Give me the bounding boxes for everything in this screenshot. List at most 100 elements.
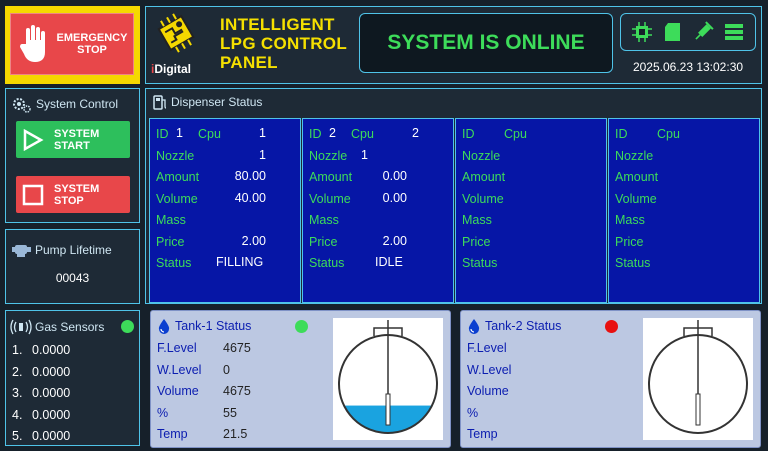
dispenser-mass-label: Mass (156, 213, 186, 227)
list-item: 5. 0.0000 (12, 429, 71, 443)
gas-sensors-panel: Gas Sensors 1. 0.0000 2. 0.0000 3. 0.0000 4… (5, 310, 140, 446)
tank-field-value: 55 (223, 406, 237, 420)
status-icons (620, 13, 756, 51)
dispenser-status-value: IDLE (375, 255, 403, 269)
dispenser-status-label: Status (615, 256, 651, 270)
system-status-banner: SYSTEM IS ONLINE (359, 13, 613, 73)
dispenser-cpu-value: 2 (412, 126, 419, 140)
tank-title: Tank-2 Status (467, 318, 561, 334)
tank-field-label: W.Level (467, 363, 512, 377)
tank-title: Tank-1 Status (157, 318, 251, 334)
dispenser-volume-label: Volume (462, 192, 504, 206)
dispenser-nozzle-value: 1 (259, 148, 266, 162)
dispenser-id-label: ID (462, 127, 475, 141)
dispenser-id-value: 2 (329, 126, 336, 140)
tank-field-label: % (157, 406, 169, 420)
tank-field-value: 4675 (223, 384, 251, 398)
list-item: 3. 0.0000 (12, 386, 71, 400)
dispenser-card-4: ID Cpu Nozzle Amount Volume Mass Price Status (608, 118, 760, 303)
dispenser-nozzle-label: Nozzle (462, 149, 501, 163)
dispenser-amount-value: 80.00 (234, 169, 266, 183)
drop-icon (158, 319, 170, 334)
tank-field-label: W.Level (157, 363, 202, 377)
dispenser-id-value: 1 (176, 126, 183, 140)
system-control-panel: System Control SYSTEM START SYSTEM STOP (5, 88, 140, 223)
play-icon (23, 128, 44, 151)
dispenser-status-label: Status (462, 256, 498, 270)
system-start-button[interactable]: SYSTEM START (16, 121, 130, 158)
dispenser-status-panel: Dispenser Status ID 1 Cpu 1 Nozzle 1 Amount 80.… (145, 88, 762, 304)
dispenser-nozzle-value: 1 (361, 148, 368, 162)
tank-status-indicator (605, 320, 618, 333)
dispenser-price-value: 2.00 (382, 234, 407, 248)
dispenser-nozzle-label: Nozzle (615, 149, 654, 163)
sensor-waves-icon (10, 319, 32, 335)
dispenser-volume-value: 40.00 (234, 191, 266, 205)
pump-lifetime-value: 00043 (55, 271, 90, 285)
dispenser-volume-label: Volume (615, 192, 657, 206)
gas-status-indicator (121, 320, 134, 333)
tank-field-label: F.Level (157, 341, 197, 355)
list-item: 4. 0.0000 (12, 407, 71, 422)
dispenser-cpu-label: Cpu (504, 127, 527, 141)
tank-field-label: Volume (157, 384, 199, 398)
pump-lifetime-title: Pump Lifetime (12, 242, 112, 258)
tank-2-panel: Tank-2 Status F.Level W.Level Volume% Temp (460, 310, 761, 448)
dispenser-amount-label: Amount (156, 170, 200, 184)
tank-field-label: Temp (157, 427, 188, 441)
cpu-icon (632, 22, 653, 42)
gas-sensor-list: 1. 0.0000 2. 0.0000 3. 0.0000 4. 0.0000 5. 0.… (12, 343, 70, 451)
dispenser-price-label: Price (615, 235, 644, 249)
emergency-stop-label-1: EMERGENCY (56, 32, 128, 44)
dispenser-volume-value: 0.00 (382, 191, 407, 205)
system-control-title: System Control (11, 94, 118, 114)
dispenser-volume-label: Volume (156, 192, 198, 206)
tank-1-panel: Tank-1 Status F.Level 4675 W.Level 0 Volume 46… (150, 310, 451, 448)
dispenser-id-label: ID (615, 127, 628, 141)
pump-lifetime-panel: Pump Lifetime 00043 (5, 229, 140, 304)
dispenser-volume-label: Volume (309, 192, 351, 206)
emergency-stop-label-2: STOP (77, 44, 107, 56)
app-title: INTELLIGENT LPG CONTROL PANEL (220, 15, 348, 72)
fuel-pump-icon (153, 95, 167, 110)
tank-field-label: Volume (467, 384, 509, 398)
brand-name: iDigital (151, 62, 192, 76)
tank-field-value: 0 (223, 363, 230, 377)
chip-logo-icon (157, 13, 195, 53)
dispenser-amount-label: Amount (309, 170, 353, 184)
tank-status-indicator (295, 320, 308, 333)
tank-field-label: % (467, 406, 479, 420)
dispenser-nozzle-label: Nozzle (309, 149, 348, 163)
stop-square-icon (22, 184, 44, 205)
dispenser-amount-label: Amount (462, 170, 506, 184)
dispenser-mass-label: Mass (615, 213, 645, 227)
dispenser-id-label: ID (309, 127, 322, 141)
dispenser-amount-value: 0.00 (382, 169, 407, 183)
server-icon (724, 24, 743, 40)
stop-hand-icon (20, 25, 45, 62)
dispenser-status-label: Status (156, 256, 192, 270)
pump-icon (12, 245, 31, 257)
dispenser-price-label: Price (462, 235, 491, 249)
tank-field-label: Temp (467, 427, 498, 441)
dispenser-cpu-value: 1 (259, 126, 266, 140)
dispenser-price-label: Price (156, 235, 185, 249)
dispenser-price-value: 2.00 (241, 234, 266, 248)
list-item: 2. 0.0000 (12, 364, 71, 379)
dispenser-card-3: ID Cpu Nozzle Amount Volume Mass Price Status (455, 118, 607, 303)
system-stop-button[interactable]: SYSTEM STOP (16, 176, 130, 213)
dispenser-nozzle-label: Nozzle (156, 149, 195, 163)
dispenser-card-2: ID 2 Cpu 2 Nozzle 1 Amount 0.00 Volume 0.00 Mass Pr… (302, 118, 454, 303)
tank-field-value: 4675 (223, 341, 251, 355)
dispenser-mass-label: Mass (462, 213, 492, 227)
dispenser-id-label: ID (156, 127, 169, 141)
tank-gauge (643, 318, 753, 440)
dispenser-status-value: FILLING (216, 255, 264, 269)
dispenser-cpu-label: Cpu (351, 127, 374, 141)
dispenser-price-label: Price (309, 235, 338, 249)
dispenser-card-1: ID 1 Cpu 1 Nozzle 1 Amount 80.00 Volume 40.00 Mass… (149, 118, 301, 303)
emergency-stop-button[interactable]: EMERGENCY STOP (10, 13, 134, 75)
tank-fill-level (643, 433, 753, 440)
dispenser-status-title: Dispenser Status (152, 94, 262, 110)
syringe-icon (695, 21, 714, 40)
